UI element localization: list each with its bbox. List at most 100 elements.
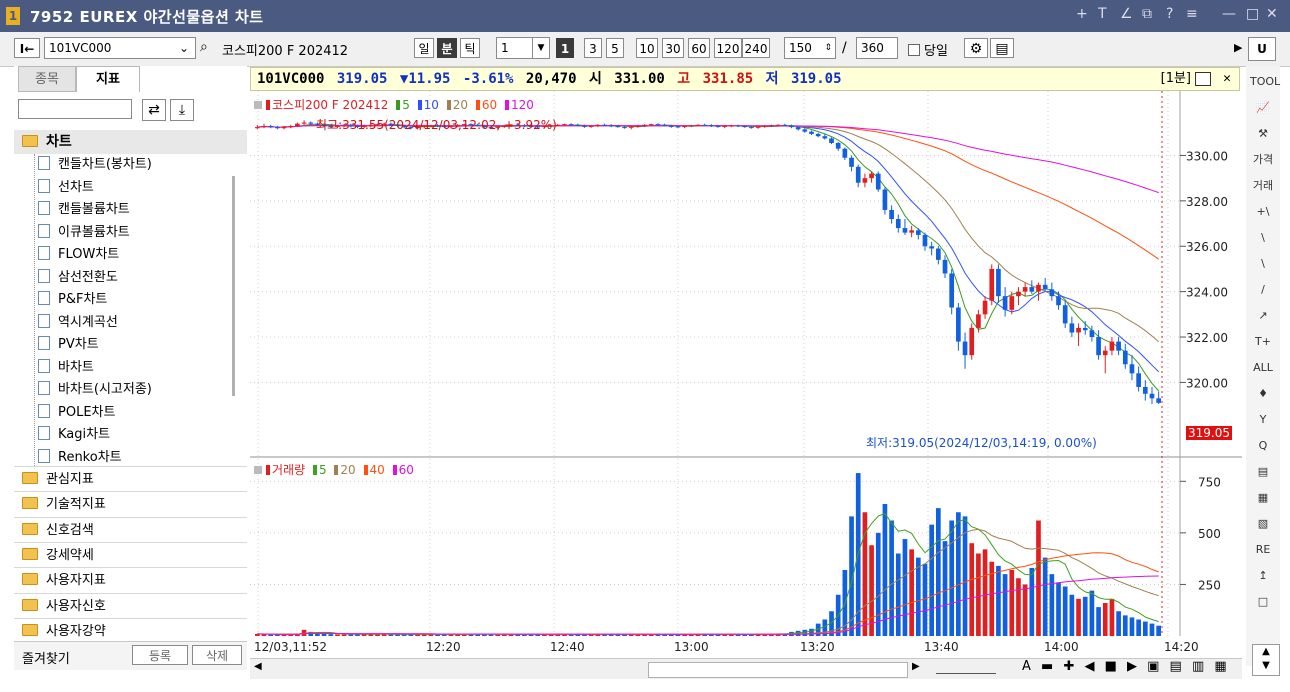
chart-type-item[interactable]: 역시계곡선 xyxy=(38,312,118,334)
chart-tool-icon[interactable]: +\ xyxy=(1250,200,1276,224)
legend-volume-name: 거래량 xyxy=(272,463,306,477)
chart-tool-icon[interactable]: ▤ xyxy=(1250,460,1276,484)
chart-tool-icon[interactable]: Q xyxy=(1250,434,1276,458)
zoom-slider[interactable] xyxy=(936,663,996,674)
help-icon[interactable]: ? xyxy=(1166,6,1173,22)
interval-60-button[interactable]: 60 xyxy=(688,38,710,58)
period-day-button[interactable]: 일 xyxy=(414,38,434,58)
legend-handle-icon[interactable] xyxy=(254,466,262,474)
close-icon[interactable]: ✕ xyxy=(1266,6,1278,22)
category-item[interactable]: 관심지표 xyxy=(14,466,247,491)
category-item[interactable]: 강세약세 xyxy=(14,541,247,567)
total-count-input[interactable]: 360 xyxy=(856,37,898,59)
text-icon[interactable]: T xyxy=(1098,6,1107,22)
search-icon[interactable]: ⌕ xyxy=(200,39,208,55)
today-checkbox[interactable] xyxy=(908,44,920,56)
save-icon[interactable]: ▤ xyxy=(990,38,1014,58)
interval-30-button[interactable]: 30 xyxy=(662,38,684,58)
interval-120-button[interactable]: 120 xyxy=(714,38,742,58)
chart-tool-icon[interactable]: ⚒ xyxy=(1250,122,1276,146)
chart-tool-icon[interactable]: ALL xyxy=(1250,356,1276,380)
drawing-tool-strip[interactable]: A ▬ ✚ ◀ ■ ▶ ▣ ▤ ▥ ▦ xyxy=(1022,659,1230,674)
chart-type-item[interactable]: 바차트(시고저종) xyxy=(38,379,152,401)
maximize-icon[interactable]: □ xyxy=(1246,6,1259,22)
period-value-select[interactable]: 1 ▼ xyxy=(496,37,550,59)
delete-button[interactable]: 삭제 xyxy=(192,645,242,665)
symbol-code-input[interactable]: 101VC000 ⌄ xyxy=(44,37,196,59)
minimize-icon[interactable]: — xyxy=(1222,6,1236,22)
tab-symbols[interactable]: 종목 xyxy=(18,66,76,92)
interval-1-button[interactable]: 1 xyxy=(556,38,574,58)
legend-handle-icon[interactable] xyxy=(254,101,262,109)
chart-tool-icon[interactable]: TOOL xyxy=(1250,70,1280,94)
chart-tool-icon[interactable]: □ xyxy=(1250,590,1276,614)
chart-type-item[interactable]: POLE차트 xyxy=(38,402,115,424)
indicator-search-input[interactable] xyxy=(18,99,132,119)
chart-type-item[interactable]: 삼선전환도 xyxy=(38,267,118,289)
tree-scrollbar[interactable] xyxy=(232,176,235,396)
chart-type-item[interactable]: 캔들차트(봉차트) xyxy=(38,154,152,176)
chevron-down-icon[interactable]: ⌄ xyxy=(179,38,189,58)
add-icon[interactable]: + xyxy=(1076,6,1088,22)
chart-type-item[interactable]: 이큐볼륨차트 xyxy=(38,222,130,244)
angle-icon[interactable]: ∠ xyxy=(1120,6,1133,22)
legend-swatch-price xyxy=(266,100,270,110)
category-item[interactable]: 사용자강약 xyxy=(14,617,247,643)
chart-tool-icon[interactable]: ♦ xyxy=(1250,382,1276,406)
display-count-input[interactable]: 150 ⇕ xyxy=(784,37,836,59)
chart-tool-icon[interactable]: ↗ xyxy=(1250,304,1276,328)
scroll-right-icon[interactable]: ▶ xyxy=(912,661,920,672)
interval-10-button[interactable]: 10 xyxy=(636,38,658,58)
chart-tool-icon[interactable]: / xyxy=(1250,278,1276,302)
chart-tool-icon[interactable]: 거래 xyxy=(1250,174,1276,198)
menu-icon[interactable]: ≡ xyxy=(1186,6,1198,22)
scroll-thumb[interactable] xyxy=(648,662,908,678)
u-button[interactable]: U xyxy=(1248,37,1276,61)
chart-area[interactable]: 330.00 328.00 326.00 324.00 322.00 320.00 750 5… xyxy=(250,91,1242,661)
chart-type-item[interactable]: 바차트 xyxy=(38,357,94,379)
panel-toggle-icon[interactable]: ▶ xyxy=(1234,41,1242,54)
category-item[interactable]: 신호검색 xyxy=(14,516,247,542)
tab-indicators[interactable]: 지표 xyxy=(76,66,140,92)
category-item[interactable]: 기술적지표 xyxy=(14,491,247,517)
category-item[interactable]: 사용자신호 xyxy=(14,592,247,618)
chart-tool-icon[interactable]: T+ xyxy=(1250,330,1276,354)
gear-icon[interactable]: ⚙ xyxy=(964,38,988,58)
interval-3-button[interactable]: 3 xyxy=(584,38,602,58)
chart-tool-icon[interactable]: \ xyxy=(1250,252,1276,276)
chart-type-item[interactable]: FLOW차트 xyxy=(38,244,119,266)
download-icon[interactable]: ⤓ xyxy=(170,99,194,121)
interval-5-button[interactable]: 5 xyxy=(606,38,624,58)
chart-type-item[interactable]: 캔들볼륨차트 xyxy=(38,199,130,221)
restore-chart-icon[interactable] xyxy=(1195,72,1211,86)
close-chart-icon[interactable]: ✕ xyxy=(1223,68,1231,90)
chart-tool-icon[interactable]: ▧ xyxy=(1250,512,1276,536)
first-page-button[interactable]: I← xyxy=(14,38,40,58)
scroll-left-icon[interactable]: ◀ xyxy=(254,661,262,672)
register-button[interactable]: 등록 xyxy=(132,645,188,665)
chart-type-item[interactable]: Kagi차트 xyxy=(38,424,110,446)
chart-type-item[interactable]: PV차트 xyxy=(38,334,99,356)
tool-strip-scroll[interactable]: ▲ ▼ xyxy=(1252,644,1280,676)
chart-type-item[interactable]: P&F차트 xyxy=(38,289,107,311)
chart-tool-icon[interactable]: 📈 xyxy=(1250,96,1276,120)
tree-root-chart[interactable]: 차트 xyxy=(14,130,247,154)
chart-tool-icon[interactable]: ↥ xyxy=(1250,564,1276,588)
spinner-icon[interactable]: ⇕ xyxy=(824,38,832,58)
time-tick-label: 12/03,11:52 xyxy=(254,640,327,654)
period-minute-button[interactable]: 분 xyxy=(437,38,457,58)
refresh-icon[interactable]: ⇄ xyxy=(142,99,166,121)
category-item[interactable]: 사용자지표 xyxy=(14,567,247,593)
dropdown-arrow-icon[interactable]: ▼ xyxy=(532,38,549,58)
chart-tool-icon[interactable]: \ xyxy=(1250,226,1276,250)
interval-240-button[interactable]: 240 xyxy=(742,38,770,58)
window-title-bar[interactable]: 1 7952 EUREX 야간선물옵션 차트 + T ∠ ⧉ ? ≡ — □ ✕ xyxy=(0,0,1290,32)
chart-tool-icon[interactable]: RE xyxy=(1250,538,1276,562)
chart-type-item[interactable]: 선차트 xyxy=(38,177,94,199)
chart-tool-icon[interactable]: 가격 xyxy=(1250,148,1276,172)
link-window-icon[interactable]: ⧉ xyxy=(1142,6,1152,22)
chart-tool-icon[interactable]: Y xyxy=(1250,408,1276,432)
period-tick-button[interactable]: 틱 xyxy=(460,38,480,58)
chart-scroll-bar[interactable]: ◀ ▶ A ▬ ✚ ◀ ■ ▶ ▣ ▤ ▥ ▦ xyxy=(250,658,1242,679)
chart-tool-icon[interactable]: ▦ xyxy=(1250,486,1276,510)
